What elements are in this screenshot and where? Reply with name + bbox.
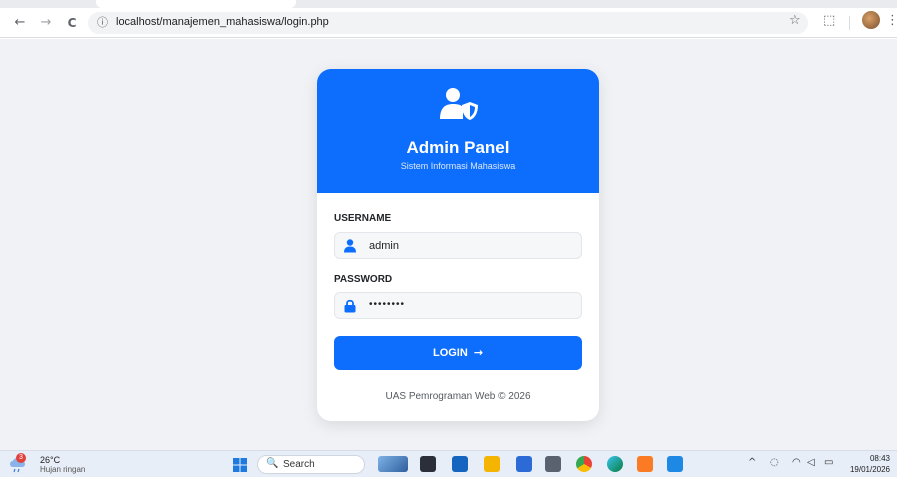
file-explorer-icon[interactable] (484, 456, 500, 472)
tab-strip (0, 0, 897, 8)
xampp-icon[interactable] (637, 456, 653, 472)
volume-icon[interactable]: ◁ (807, 457, 815, 468)
password-label: PASSWORD (334, 274, 393, 285)
user-shield-icon (440, 88, 478, 120)
browser-menu-icon[interactable]: ⋮ (886, 13, 897, 28)
vscode-icon[interactable] (667, 456, 683, 472)
clock-time[interactable]: 08:43 (858, 454, 890, 463)
login-button[interactable]: LOGIN → (334, 336, 582, 370)
toolbar-divider (849, 16, 850, 30)
task-view-icon[interactable] (420, 456, 436, 472)
username-field[interactable]: admin (334, 232, 582, 259)
profile-avatar[interactable] (862, 11, 880, 29)
site-info-icon[interactable]: ⓘ (97, 14, 108, 30)
page-viewport: Admin Panel Sistem Informasi Mahasiswa U… (0, 39, 897, 450)
username-value: admin (369, 240, 399, 252)
camera-app-icon[interactable] (545, 456, 561, 472)
windows-start-icon[interactable] (233, 458, 247, 472)
card-footer: UAS Pemrograman Web © 2026 (385, 391, 531, 402)
chrome-icon[interactable] (576, 456, 592, 472)
login-card: Admin Panel Sistem Informasi Mahasiswa U… (317, 69, 599, 421)
widgets-app-icon[interactable] (378, 456, 408, 472)
username-label: USERNAME (334, 213, 392, 224)
password-field[interactable]: •••••••• (334, 292, 582, 319)
reload-icon[interactable]: C (62, 13, 82, 33)
temperature[interactable]: 26°C (40, 455, 60, 465)
taskbar-search[interactable]: 🔍 Search (257, 455, 365, 474)
arrow-right-icon: → (473, 346, 484, 359)
panel-subtitle: Sistem Informasi Mahasiswa (400, 161, 516, 171)
tray-chevron-icon[interactable]: ^ (748, 457, 756, 468)
search-icon: 🔍 (266, 458, 279, 469)
weather-description[interactable]: Hujan ringan (40, 465, 85, 474)
search-label: Search (283, 459, 315, 470)
clock-date[interactable]: 19/01/2026 (846, 465, 890, 474)
weather-badge: 3 (16, 453, 26, 463)
lock-icon (344, 299, 356, 313)
address-bar[interactable]: ⓘ localhost/manajemen_mahasiswa/login.ph… (88, 12, 808, 34)
extensions-icon[interactable]: ⬚ (823, 13, 835, 28)
bookmark-star-icon[interactable]: ☆ (789, 13, 801, 28)
battery-icon[interactable]: ▭ (824, 457, 833, 468)
wifi-icon[interactable]: ◠ (792, 457, 801, 468)
back-arrow-icon[interactable]: ← (10, 13, 30, 33)
browser-toolbar: ← → C ⓘ localhost/manajemen_mahasiswa/lo… (0, 8, 897, 38)
panel-title: Admin Panel (406, 138, 510, 157)
url-text[interactable]: localhost/manajemen_mahasiswa/login.php (116, 16, 329, 28)
forward-arrow-icon[interactable]: → (36, 13, 56, 33)
login-form: USERNAME admin PASSWORD •••••••• LOGIN → … (317, 193, 599, 421)
login-button-label: LOGIN (432, 347, 468, 359)
active-tab[interactable] (96, 0, 296, 8)
taskbar: 3 26°C Hujan ringan 🔍 Search ^ ◌ ◠ ◁ ▭ 0… (0, 450, 897, 477)
edge-icon[interactable] (607, 456, 623, 472)
password-value: •••••••• (369, 299, 406, 310)
tray-meet-icon[interactable]: ◌ (770, 457, 779, 468)
user-icon (344, 239, 356, 253)
login-card-header: Admin Panel Sistem Informasi Mahasiswa (317, 69, 599, 193)
store-app-icon[interactable] (452, 456, 468, 472)
editor-app-icon[interactable] (516, 456, 532, 472)
